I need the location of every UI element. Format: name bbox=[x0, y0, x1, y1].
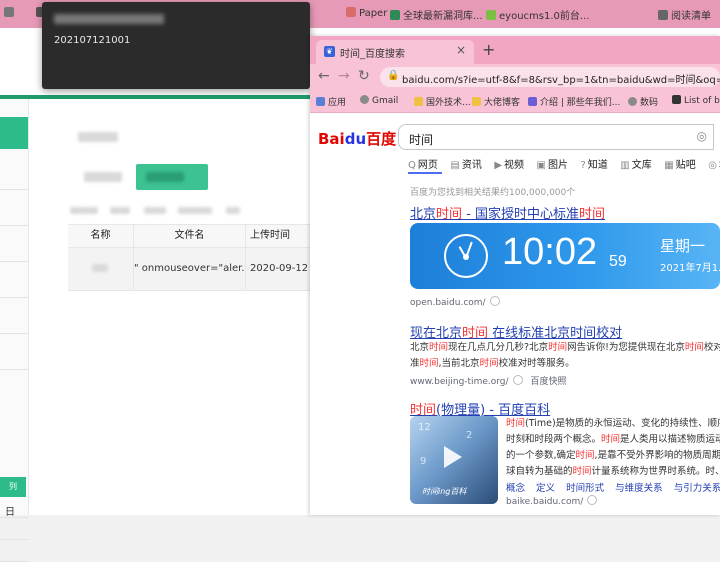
current-seconds: 59 bbox=[609, 253, 627, 270]
camera-icon[interactable]: ◎ bbox=[697, 129, 707, 143]
tab-title: 时间_百度搜索 bbox=[340, 49, 405, 60]
active-tab-underline bbox=[408, 172, 442, 174]
address-bar[interactable]: 🔒 baidu.com/s?ie=utf-8&f=8&rsv_bp=1&tn=b… bbox=[380, 67, 720, 87]
blurred-filter-1 bbox=[70, 207, 98, 214]
bookmarks-bar: 应用 Gmail 国外技术... 大佬博客 介绍 | 那些年我们... 数码 L… bbox=[310, 90, 720, 113]
tab-web[interactable]: Q 网页 bbox=[408, 156, 438, 171]
blurred-heading bbox=[78, 132, 118, 142]
sidebar-day-label: 日 bbox=[5, 507, 15, 518]
address-url: baidu.com/s?ie=utf-8&f=8&rsv_bp=1&tn=bai… bbox=[402, 75, 720, 86]
tab-news[interactable]: ▤ 资讯 bbox=[450, 156, 481, 171]
close-tab-icon[interactable]: × bbox=[456, 43, 466, 57]
result-3-description: 时间(Time)是物质的永恒运动、变化的持续性、顺序 时刻和时段两个概念。时间是… bbox=[506, 418, 720, 477]
back-arrow-icon[interactable]: ← bbox=[318, 68, 330, 84]
date: 2021年7月1... bbox=[660, 263, 720, 274]
sidebar-teal-button[interactable] bbox=[0, 117, 28, 149]
new-tab-button[interactable]: + bbox=[482, 40, 495, 59]
blurred-filter-2 bbox=[110, 207, 130, 214]
current-time: 10:02 bbox=[502, 231, 598, 273]
tab-images[interactable]: ▣ 图片 bbox=[537, 156, 568, 171]
tab-wenku[interactable]: ▥ 文库 bbox=[620, 156, 651, 171]
upload-table: 名称 文件名 上传时间 " onmouseover="aler... 2020-… bbox=[68, 224, 310, 291]
play-icon bbox=[444, 446, 462, 468]
tab-map[interactable]: ◎地图 bbox=[708, 156, 720, 171]
verified-icon bbox=[512, 375, 523, 385]
bookmark-blurred-1[interactable] bbox=[4, 7, 17, 19]
alert-message: 202107121001 bbox=[54, 35, 131, 46]
bookmark-list-of-b[interactable]: List of b bbox=[672, 95, 720, 106]
blurred-filter-4 bbox=[178, 207, 212, 214]
column-header-filename: 文件名 bbox=[134, 225, 246, 247]
bookmark-apps[interactable]: 应用 bbox=[316, 95, 346, 108]
snapshot-link[interactable]: 百度快照 bbox=[531, 377, 567, 387]
table-header: 名称 文件名 上传时间 bbox=[68, 224, 310, 248]
baidu-paw-icon: ❦ bbox=[324, 46, 335, 57]
result-2-source[interactable]: www.beijing-time.org/百度快照 bbox=[410, 374, 567, 387]
table-row[interactable]: " onmouseover="aler... 2020-09-12 bbox=[68, 248, 310, 291]
alert-title-blurred bbox=[54, 14, 164, 24]
background-green-divider bbox=[0, 95, 310, 99]
bookmark-vuln-db[interactable]: 全球最新漏洞库... bbox=[390, 7, 483, 22]
baike-section-links: 概念 定义 时间形式 与维度关系 与引力关系 更多 bbox=[506, 480, 720, 494]
tab-baidu-search[interactable]: ❦ 时间_百度搜索 × bbox=[316, 40, 474, 64]
search-input[interactable]: 时间 ◎ bbox=[398, 124, 714, 150]
lock-icon: 🔒 bbox=[387, 70, 400, 81]
forward-arrow-icon[interactable]: → bbox=[338, 68, 350, 84]
cell-upload-time: 2020-09-12 bbox=[250, 263, 309, 274]
weekday: 星期一 bbox=[660, 237, 706, 255]
tab-strip: ❦ 时间_百度搜索 × + bbox=[310, 36, 720, 64]
thumbnail-caption: 时间ing百科 bbox=[422, 487, 467, 496]
result-1-title[interactable]: 北京时间 - 国家授时中心标准时间 bbox=[410, 203, 605, 222]
bookmark-gmail[interactable]: Gmail bbox=[360, 95, 398, 106]
bookmark-reading-list[interactable]: 阅读清单 bbox=[658, 7, 711, 22]
cell-name bbox=[68, 248, 134, 290]
bookmark-foreign-tech[interactable]: 国外技术... bbox=[414, 95, 471, 108]
result-2-description: 北京时间现在几点几分几秒?北京时间网告诉你!为您提供现在北京时间校对,农历 准时… bbox=[410, 342, 720, 369]
column-header-upload-time: 上传时间 bbox=[250, 230, 290, 241]
bookmark-blogs[interactable]: 大佬博客 bbox=[472, 95, 520, 108]
tab-zhidao[interactable]: ? 知道 bbox=[580, 156, 607, 171]
tab-tieba[interactable]: ▦ 贴吧 bbox=[664, 156, 695, 171]
blurred-field-label bbox=[84, 172, 122, 182]
baidu-logo[interactable]: Baidu百度 bbox=[318, 128, 396, 149]
browser-toolbar: ← → ↻ 🔒 baidu.com/s?ie=utf-8&f=8&rsv_bp=… bbox=[310, 64, 720, 90]
clock-icon bbox=[444, 234, 488, 278]
alert-dialog: 202107121001 bbox=[42, 2, 310, 89]
blurred-filter-3 bbox=[144, 207, 166, 214]
blurred-filter-5 bbox=[226, 207, 240, 214]
baike-link-dimension[interactable]: 与维度关系 bbox=[615, 483, 663, 494]
search-query: 时间 bbox=[409, 133, 434, 147]
baike-link-forms[interactable]: 时间形式 bbox=[566, 483, 604, 494]
baike-link-gravity[interactable]: 与引力关系 bbox=[674, 483, 720, 494]
result-count: 百度为您找到相关结果约100,000,000个 bbox=[410, 188, 576, 198]
baike-link-concept[interactable]: 概念 bbox=[506, 483, 525, 494]
bookmark-intro[interactable]: 介绍 | 那些年我们... bbox=[528, 95, 620, 108]
verified-icon bbox=[489, 296, 500, 306]
sidebar-green-label: 列 bbox=[0, 477, 26, 497]
baike-link-definition[interactable]: 定义 bbox=[536, 483, 555, 494]
bookmark-digital[interactable]: 数码 bbox=[628, 95, 658, 108]
verified-icon bbox=[587, 495, 598, 505]
time-widget: 10:02 59 星期一 2021年7月1... bbox=[410, 223, 720, 289]
background-left-sidebar: 列 日 bbox=[0, 99, 29, 562]
result-3-source[interactable]: baike.baidu.com/ bbox=[506, 495, 598, 507]
result-1-source[interactable]: open.baidu.com/ bbox=[410, 296, 500, 308]
reload-icon[interactable]: ↻ bbox=[358, 68, 370, 84]
result-2-title[interactable]: 现在北京时间 在线标准北京时间校对 bbox=[410, 322, 622, 341]
bookmark-paper[interactable]: Paper bbox=[346, 7, 387, 19]
bookmark-eyoucms[interactable]: eyoucms1.0前台... bbox=[486, 7, 589, 22]
search-category-tabs: Q网页 ▤资讯 ▶视频 ▣图片 ?知道 ▥文库 ▦贴吧 ◎地图 bbox=[408, 156, 720, 172]
browser-window: ❦ 时间_百度搜索 × + ← → ↻ 🔒 baidu.com/s?ie=utf… bbox=[310, 36, 720, 515]
cell-filename: " onmouseover="aler... bbox=[134, 248, 246, 290]
column-header-name: 名称 bbox=[68, 225, 134, 247]
tab-video[interactable]: ▶ 视频 bbox=[494, 156, 524, 171]
blurred-button-text bbox=[146, 172, 184, 182]
baike-video-thumbnail[interactable]: 12 2 9 时间ing百科 bbox=[410, 416, 498, 504]
